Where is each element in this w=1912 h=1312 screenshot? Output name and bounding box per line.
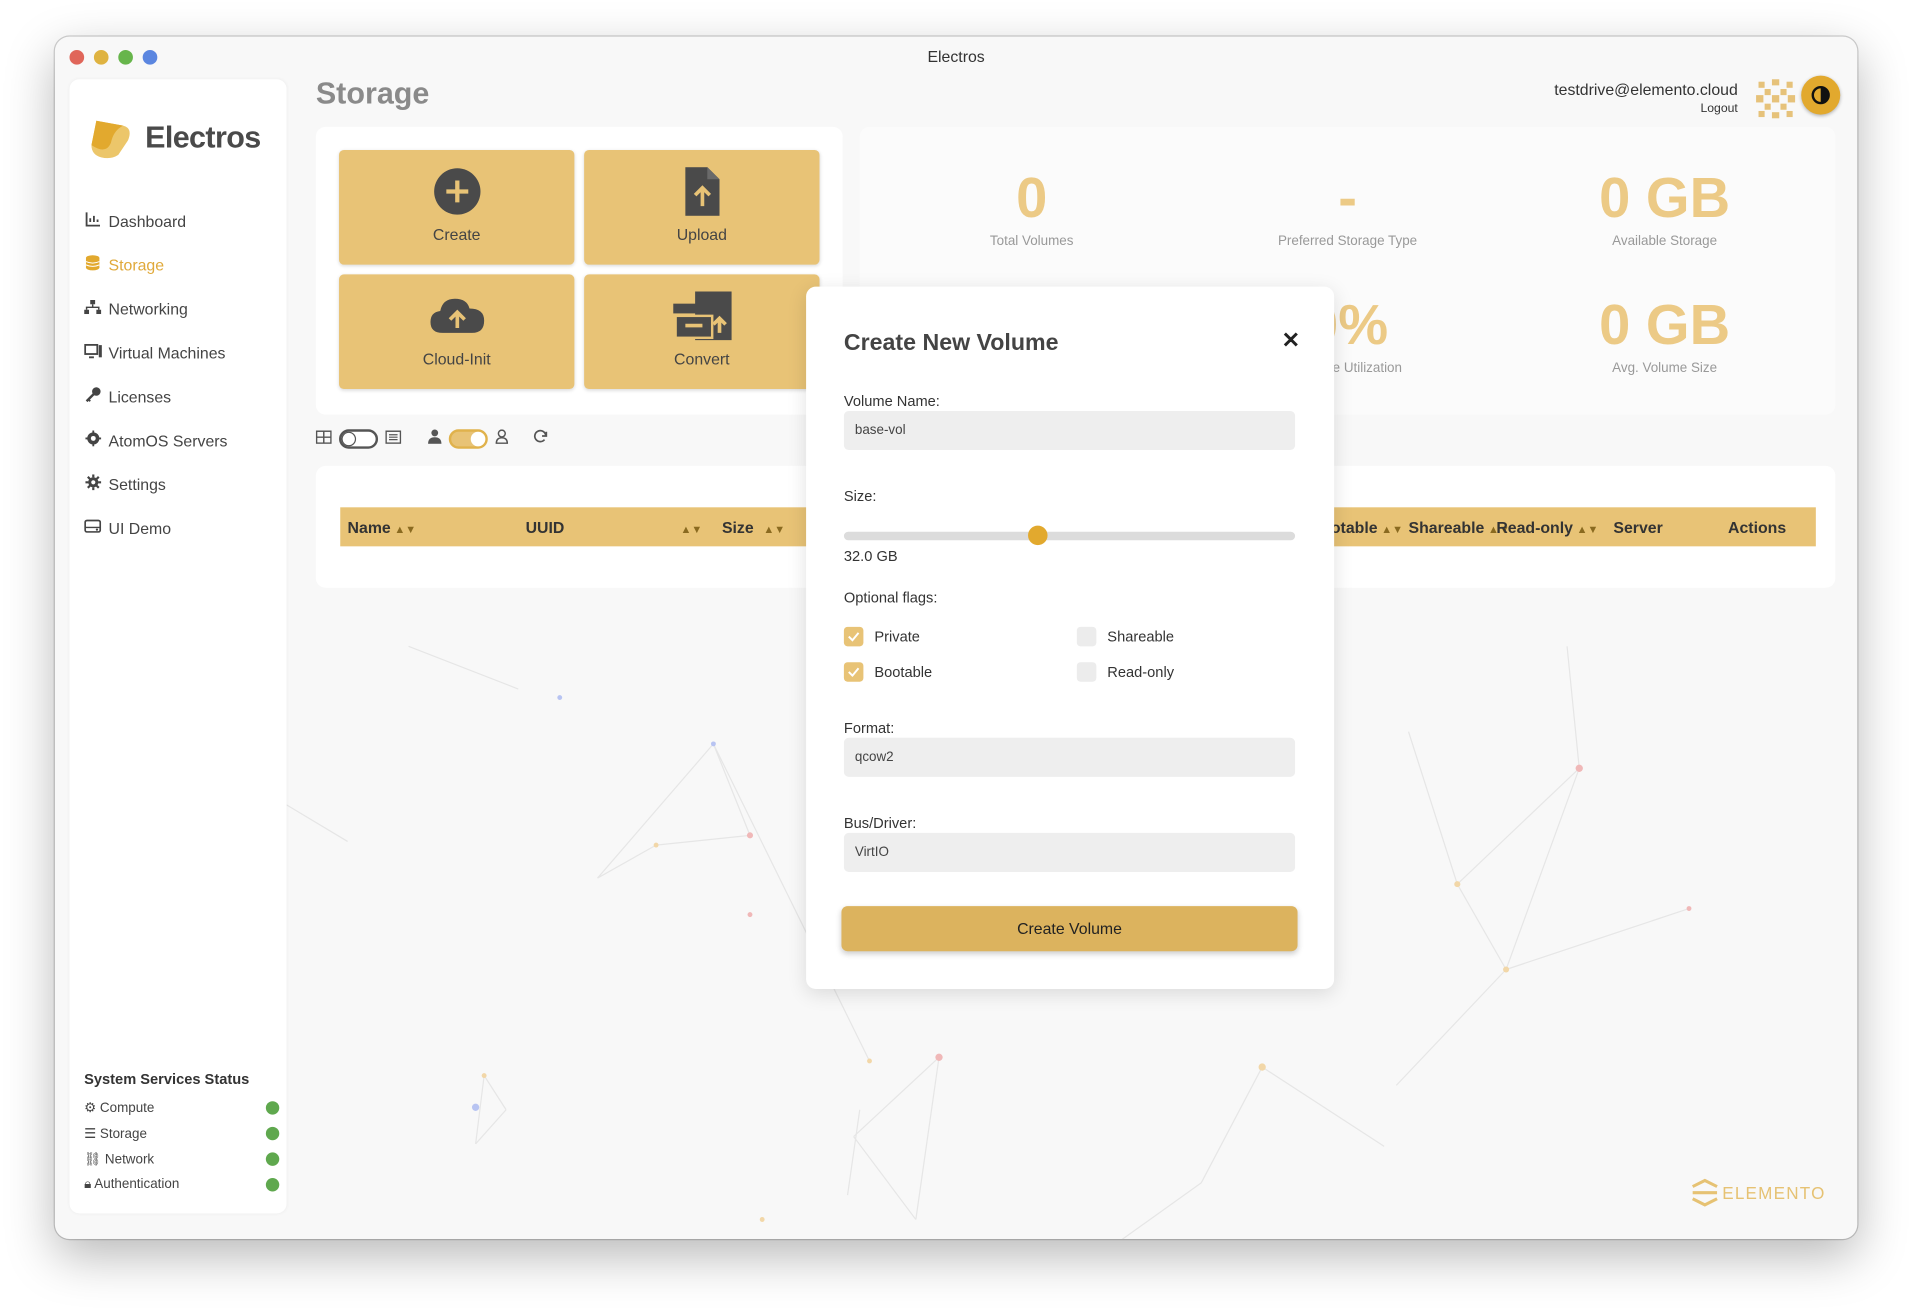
checkbox-box bbox=[1076, 662, 1097, 682]
close-icon[interactable]: ✕ bbox=[1282, 328, 1300, 354]
app-window: Electros Electros Dashboard Storage Netw… bbox=[54, 36, 1858, 1240]
checkbox-label: Read-only bbox=[1107, 663, 1175, 681]
size-slider-thumb[interactable] bbox=[1028, 525, 1048, 546]
bus-driver-label: Bus/Driver: bbox=[843, 814, 917, 832]
modal-title: Create New Volume bbox=[843, 330, 1059, 357]
size-value: 32.0 GB bbox=[843, 547, 898, 565]
checkbox-box bbox=[1076, 626, 1097, 647]
volume-name-label: Volume Name: bbox=[843, 392, 940, 410]
shareable-checkbox[interactable]: Shareable bbox=[1076, 626, 1175, 647]
check-icon bbox=[843, 662, 864, 682]
size-label: Size: bbox=[843, 487, 877, 505]
checkbox-label: Private bbox=[874, 628, 920, 646]
optional-flags-label: Optional flags: bbox=[843, 589, 938, 607]
format-select[interactable] bbox=[843, 737, 1296, 777]
size-slider[interactable] bbox=[843, 525, 1296, 546]
bus-driver-select[interactable] bbox=[843, 832, 1296, 872]
readonly-checkbox[interactable]: Read-only bbox=[1076, 662, 1175, 682]
volume-name-input[interactable] bbox=[843, 410, 1296, 450]
bootable-checkbox[interactable]: Bootable bbox=[843, 662, 933, 682]
create-volume-button[interactable]: Create Volume bbox=[841, 906, 1298, 952]
format-label: Format: bbox=[843, 719, 895, 737]
create-volume-modal: Create New Volume ✕ Volume Name: Size: 3… bbox=[806, 286, 1335, 990]
private-checkbox[interactable]: Private bbox=[843, 626, 920, 647]
checkbox-label: Shareable bbox=[1107, 628, 1175, 646]
checkbox-label: Bootable bbox=[874, 663, 933, 681]
check-icon bbox=[843, 626, 864, 647]
